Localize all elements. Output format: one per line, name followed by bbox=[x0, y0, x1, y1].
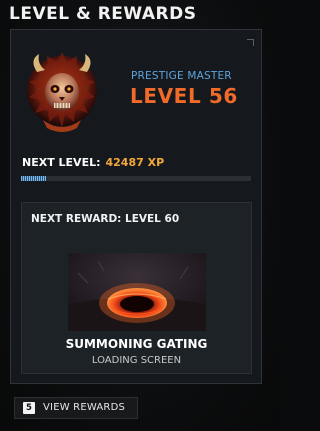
next-reward-title: NEXT REWARD: LEVEL 60 bbox=[31, 213, 180, 225]
reward-type: LOADING SCREEN bbox=[91, 355, 182, 366]
level-panel: PRESTIGE MASTER LEVEL 56 NEXT LEVEL: 4248… bbox=[10, 29, 262, 384]
key-hint-badge: 5 bbox=[23, 402, 35, 414]
xp-progress-fill bbox=[21, 176, 47, 181]
view-rewards-button[interactable]: 5 VIEW REWARDS bbox=[14, 397, 138, 419]
xp-value: 42487 XP bbox=[105, 156, 165, 169]
view-rewards-label: VIEW REWARDS bbox=[43, 402, 126, 413]
summoning-gate-portal-icon bbox=[68, 253, 206, 331]
reward-name: SUMMONING GATING bbox=[65, 337, 208, 351]
xp-progress-bar bbox=[21, 176, 251, 181]
prestige-master-emblem-icon bbox=[27, 52, 97, 132]
level-value: LEVEL 56 bbox=[130, 84, 238, 108]
prestige-label: PRESTIGE MASTER bbox=[131, 70, 232, 82]
level-rewards-screen: LEVEL & REWARDS PRESTIGE MASTER LEVEL 56… bbox=[0, 0, 280, 431]
next-level-row: NEXT LEVEL: 42487 XP bbox=[22, 156, 164, 169]
corner-bracket-icon bbox=[247, 39, 254, 46]
next-level-label: NEXT LEVEL: bbox=[22, 156, 101, 169]
page-title: LEVEL & REWARDS bbox=[9, 4, 197, 24]
next-reward-card: NEXT REWARD: LEVEL 60 SUMMONING GATING L… bbox=[21, 202, 252, 374]
